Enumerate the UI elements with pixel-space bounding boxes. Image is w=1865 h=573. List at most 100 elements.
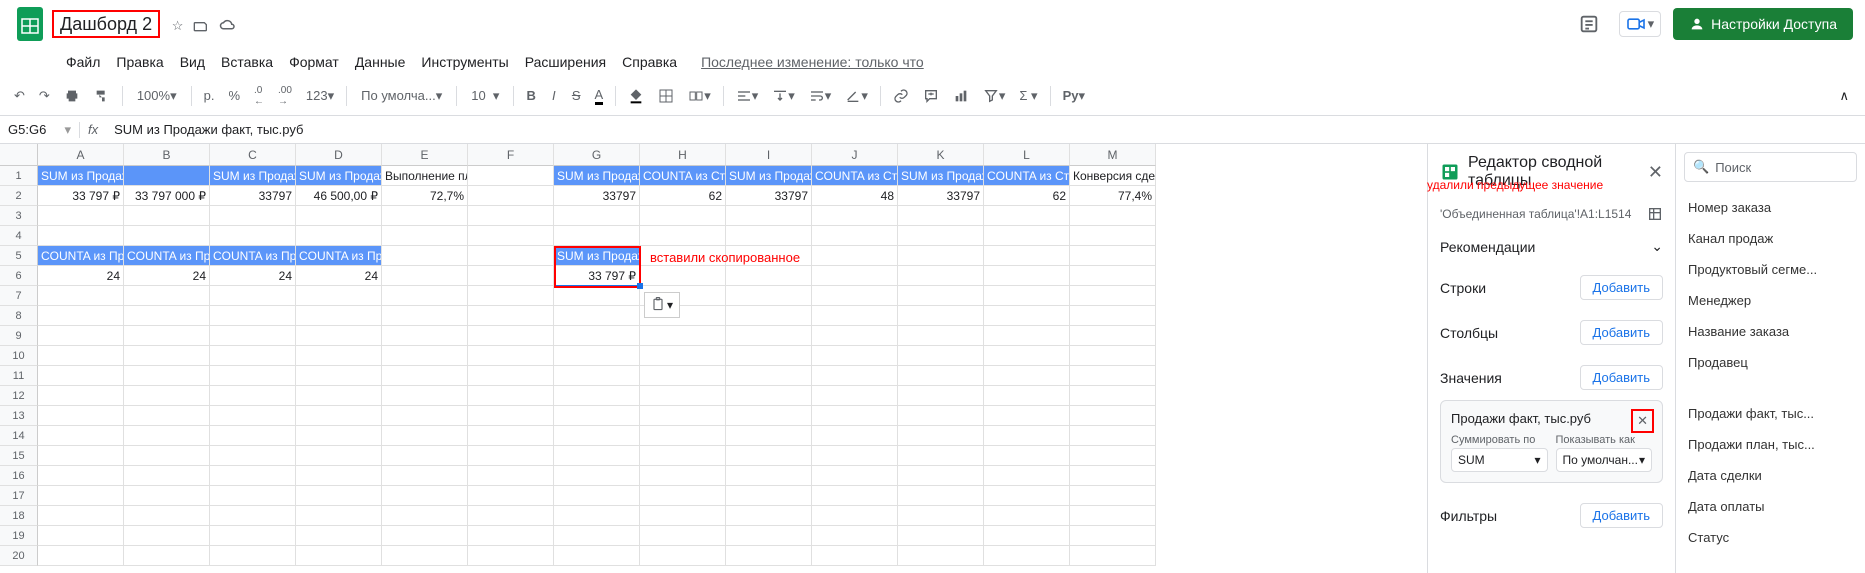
cell-M20[interactable] [1070, 546, 1156, 566]
field-item-11[interactable]: Статус [1684, 522, 1857, 553]
cell-C10[interactable] [210, 346, 296, 366]
cell-H19[interactable] [640, 526, 726, 546]
cell-A7[interactable] [38, 286, 124, 306]
cell-E11[interactable] [382, 366, 468, 386]
cell-L6[interactable] [984, 266, 1070, 286]
cell-K9[interactable] [898, 326, 984, 346]
cell-E9[interactable] [382, 326, 468, 346]
cell-D7[interactable] [296, 286, 382, 306]
row-header-2[interactable]: 2 [0, 186, 38, 206]
cell-B12[interactable] [124, 386, 210, 406]
cell-A4[interactable] [38, 226, 124, 246]
cell-M18[interactable] [1070, 506, 1156, 526]
cell-K20[interactable] [898, 546, 984, 566]
cell-K6[interactable] [898, 266, 984, 286]
cell-K14[interactable] [898, 426, 984, 446]
cell-F17[interactable] [468, 486, 554, 506]
cell-A14[interactable] [38, 426, 124, 446]
cell-J5[interactable] [812, 246, 898, 266]
cell-K4[interactable] [898, 226, 984, 246]
cell-J3[interactable] [812, 206, 898, 226]
row-header-5[interactable]: 5 [0, 246, 38, 266]
cell-F5[interactable] [468, 246, 554, 266]
cell-E1[interactable]: Выполнение плана [382, 166, 468, 186]
cell-A20[interactable] [38, 546, 124, 566]
cell-J14[interactable] [812, 426, 898, 446]
percent-button[interactable]: % [222, 84, 246, 107]
close-sidebar-button[interactable]: ✕ [1648, 162, 1663, 183]
move-icon[interactable] [193, 18, 209, 34]
cell-E14[interactable] [382, 426, 468, 446]
cell-L9[interactable] [984, 326, 1070, 346]
cell-D13[interactable] [296, 406, 382, 426]
cell-G15[interactable] [554, 446, 640, 466]
cell-J20[interactable] [812, 546, 898, 566]
cell-L16[interactable] [984, 466, 1070, 486]
cell-E12[interactable] [382, 386, 468, 406]
cell-J12[interactable] [812, 386, 898, 406]
cell-G10[interactable] [554, 346, 640, 366]
cell-I15[interactable] [726, 446, 812, 466]
cell-B6[interactable]: 24 [124, 266, 210, 286]
cell-C4[interactable] [210, 226, 296, 246]
cell-L13[interactable] [984, 406, 1070, 426]
field-item-7[interactable]: Продажи факт, тыс... [1684, 398, 1857, 429]
row-header-15[interactable]: 15 [0, 446, 38, 466]
cell-F19[interactable] [468, 526, 554, 546]
cell-E17[interactable] [382, 486, 468, 506]
cell-J9[interactable] [812, 326, 898, 346]
cell-D11[interactable] [296, 366, 382, 386]
zoom-select[interactable]: 100% ▾ [129, 84, 185, 108]
cell-G16[interactable] [554, 466, 640, 486]
last-edit-link[interactable]: Последнее изменение: только что [695, 50, 930, 74]
row-header-20[interactable]: 20 [0, 546, 38, 566]
cell-G9[interactable] [554, 326, 640, 346]
collapse-toolbar-button[interactable]: ∧ [1831, 84, 1857, 108]
add-values-button[interactable]: Добавить [1580, 365, 1663, 390]
cell-F4[interactable] [468, 226, 554, 246]
cell-A6[interactable]: 24 [38, 266, 124, 286]
paint-format-button[interactable] [88, 84, 116, 108]
bold-button[interactable]: B [520, 84, 541, 107]
cell-L10[interactable] [984, 346, 1070, 366]
cell-G8[interactable] [554, 306, 640, 326]
cell-D10[interactable] [296, 346, 382, 366]
cell-C16[interactable] [210, 466, 296, 486]
cell-M10[interactable] [1070, 346, 1156, 366]
cell-B2[interactable]: 33 797 000 ₽ [124, 186, 210, 206]
cell-E13[interactable] [382, 406, 468, 426]
share-button[interactable]: Настройки Доступа [1673, 8, 1853, 40]
cell-D6[interactable]: 24 [296, 266, 382, 286]
cell-B7[interactable] [124, 286, 210, 306]
cell-D3[interactable] [296, 206, 382, 226]
row-header-12[interactable]: 12 [0, 386, 38, 406]
cell-L4[interactable] [984, 226, 1070, 246]
cell-K12[interactable] [898, 386, 984, 406]
cell-M1[interactable]: Конверсия сделок [1070, 166, 1156, 186]
cell-M2[interactable]: 77,4% [1070, 186, 1156, 206]
row-header-18[interactable]: 18 [0, 506, 38, 526]
cell-I13[interactable] [726, 406, 812, 426]
cell-E15[interactable] [382, 446, 468, 466]
cell-H13[interactable] [640, 406, 726, 426]
italic-button[interactable]: I [544, 84, 564, 107]
cell-D12[interactable] [296, 386, 382, 406]
cell-H10[interactable] [640, 346, 726, 366]
cell-C12[interactable] [210, 386, 296, 406]
cell-F15[interactable] [468, 446, 554, 466]
cell-B9[interactable] [124, 326, 210, 346]
comment-button[interactable] [917, 84, 945, 108]
row-header-11[interactable]: 11 [0, 366, 38, 386]
cell-H4[interactable] [640, 226, 726, 246]
col-header-A[interactable]: A [38, 144, 124, 166]
add-filters-button[interactable]: Добавить [1580, 503, 1663, 528]
cell-M19[interactable] [1070, 526, 1156, 546]
cell-K2[interactable]: 33797 [898, 186, 984, 206]
formula-input[interactable]: SUM из Продажи факт, тыс.руб [106, 122, 1865, 137]
menu-tools[interactable]: Инструменты [415, 50, 514, 74]
menu-edit[interactable]: Правка [110, 50, 169, 74]
cell-J13[interactable] [812, 406, 898, 426]
cell-G6[interactable]: 33 797 ₽ [554, 266, 640, 286]
input-lang-button[interactable]: Ру ▾ [1057, 84, 1091, 108]
cell-H17[interactable] [640, 486, 726, 506]
